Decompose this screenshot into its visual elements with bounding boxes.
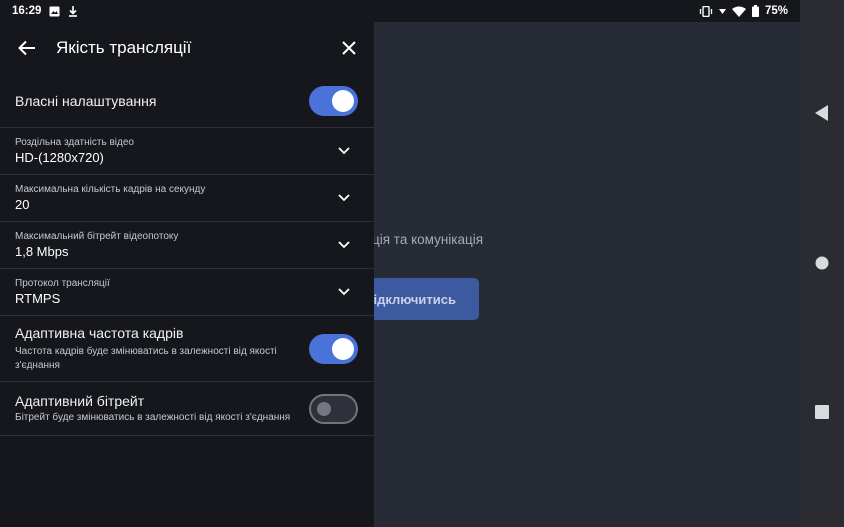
bitrate-label: Максимальний бітрейт відеопотоку <box>15 231 179 242</box>
adaptive-bitrate-description: Бітрейт буде змінюватись в залежності ві… <box>15 411 291 423</box>
adaptive-bitrate-toggle[interactable] <box>309 393 358 424</box>
home-circle-icon <box>815 256 829 270</box>
background-text: ція та комунікація <box>372 232 484 247</box>
download-icon <box>68 5 78 17</box>
connect-button[interactable]: Підключитись <box>362 278 479 320</box>
chevron-down-icon <box>332 139 356 163</box>
own-settings-label: Власні налаштування <box>15 92 157 109</box>
fps-value: 20 <box>15 197 30 212</box>
recents-square-icon <box>815 405 829 419</box>
navigation-bar <box>800 0 844 527</box>
adaptive-fps-description: Частота кадрів буде змінюватись в залежн… <box>15 345 277 371</box>
arrow-left-icon <box>18 40 35 56</box>
resolution-label: Роздільна здатність відео <box>15 137 134 148</box>
adaptive-bitrate-row: Адаптивний бітрейт Бітрейт буде змінюват… <box>0 382 374 436</box>
chevron-down-icon <box>332 186 356 210</box>
protocol-select[interactable]: Протокол трансляції RTMPS <box>0 269 374 316</box>
status-left: 16:29 <box>12 5 78 17</box>
own-settings-toggle[interactable] <box>309 85 358 116</box>
toggle-knob <box>332 337 354 360</box>
panel-title: Якість трансляції <box>56 38 192 57</box>
fps-label: Максимальна кількість кадрів на секунду <box>15 184 206 195</box>
status-right: 75% <box>699 5 788 17</box>
bitrate-select[interactable]: Максимальний бітрейт відеопотоку 1,8 Mbp… <box>0 222 374 269</box>
back-triangle-icon <box>815 105 828 121</box>
panel-header: Якість трансляції <box>0 22 374 74</box>
battery-icon <box>751 5 759 17</box>
toggle-knob <box>317 401 331 416</box>
chevron-down-icon <box>332 280 356 304</box>
protocol-label: Протокол трансляції <box>15 278 110 289</box>
nav-recents-button[interactable] <box>815 405 829 424</box>
nav-back-button[interactable] <box>815 105 829 126</box>
back-button[interactable] <box>16 37 38 59</box>
bitrate-value: 1,8 Mbps <box>15 244 69 259</box>
status-time: 16:29 <box>12 5 42 17</box>
close-icon <box>342 41 356 55</box>
battery-percent: 75% <box>764 5 788 17</box>
adaptive-fps-toggle[interactable] <box>309 333 358 364</box>
resolution-select[interactable]: Роздільна здатність відео HD-(1280x720) <box>0 128 374 175</box>
signal-icon <box>718 8 726 15</box>
nav-home-button[interactable] <box>815 256 829 275</box>
vibrate-icon <box>699 5 713 17</box>
adaptive-bitrate-label: Адаптивний бітрейт <box>15 392 145 409</box>
close-button[interactable] <box>338 37 360 59</box>
resolution-value: HD-(1280x720) <box>15 150 104 165</box>
stream-quality-panel: Якість трансляції Власні налаштування Ро… <box>0 22 374 527</box>
protocol-value: RTMPS <box>15 291 61 306</box>
image-icon <box>49 6 60 17</box>
adaptive-fps-label: Адаптивна частота кадрів <box>15 324 184 341</box>
adaptive-fps-row: Адаптивна частота кадрів Частота кадрів … <box>0 316 374 382</box>
toggle-knob <box>332 89 354 112</box>
own-settings-row: Власні налаштування <box>0 74 374 128</box>
fps-select[interactable]: Максимальна кількість кадрів на секунду … <box>0 175 374 222</box>
chevron-down-icon <box>332 233 356 257</box>
status-bar: 16:29 75% <box>0 0 800 22</box>
wifi-icon <box>731 6 746 17</box>
background-screen <box>374 22 800 527</box>
